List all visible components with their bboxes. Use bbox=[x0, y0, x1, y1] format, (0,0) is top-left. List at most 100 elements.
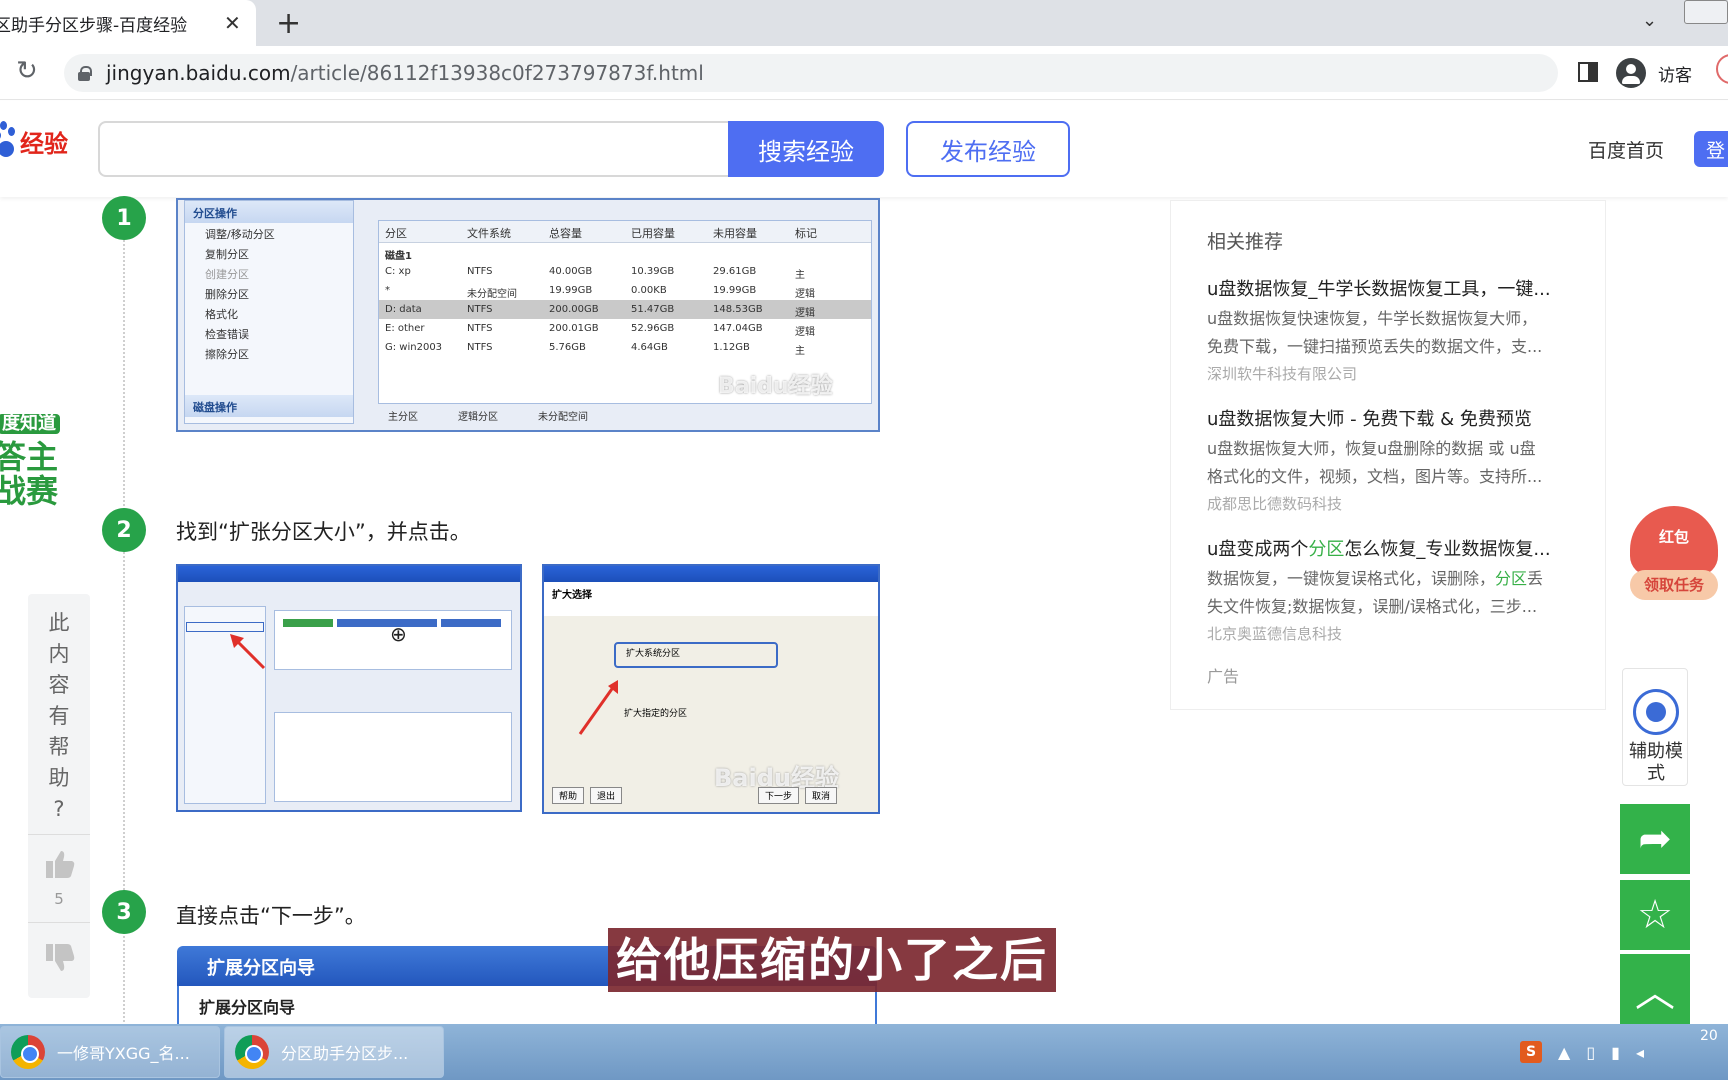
col-header: 未用容量 bbox=[713, 227, 757, 240]
taskbar-item-chrome-1[interactable]: 一修哥YXGG_名... bbox=[0, 1026, 220, 1078]
desc-part: 数据恢复，一键恢复误格式化，误删除， bbox=[1207, 569, 1496, 588]
share-button[interactable]: ➦ bbox=[1620, 804, 1690, 874]
cell: 51.47GB bbox=[631, 304, 675, 315]
tab-list-chevron-icon[interactable]: ⌄ bbox=[1642, 10, 1657, 31]
cell: 主 bbox=[795, 270, 805, 281]
partition-ops-panel: 分区操作 调整/移动分区 复制分区 创建分区 删除分区 格式化 检查错误 擦除分… bbox=[184, 200, 354, 424]
step2-screenshot-wizard[interactable]: 扩大选择 扩大系统分区 扩大指定的分区 Baidu经验 帮助 退出 下一步 取消 bbox=[542, 564, 880, 814]
cell: 29.61GB bbox=[713, 266, 757, 277]
step2-screenshot-main[interactable]: ⊕ bbox=[176, 564, 522, 812]
cell: 200.00GB bbox=[549, 304, 599, 315]
login-button[interactable]: 登 bbox=[1694, 131, 1728, 167]
url-host: jingyan.baidu.com bbox=[106, 61, 291, 85]
help-button: 帮助 bbox=[552, 787, 585, 804]
baidu-watermark: Baidu经验 bbox=[718, 374, 833, 399]
disk-label: 磁盘1 bbox=[379, 243, 871, 262]
cell: 主 bbox=[795, 346, 805, 357]
red-packet-task-widget[interactable]: 红包 领取任务 bbox=[1630, 506, 1718, 602]
thumbs-up-icon[interactable] bbox=[44, 848, 76, 880]
helpful-char: 有 bbox=[48, 704, 70, 728]
avatar-icon bbox=[1616, 58, 1646, 88]
clock[interactable]: 20 bbox=[1700, 1028, 1718, 1044]
related-item-title[interactable]: u盘数据恢复_牛学长数据恢复工具，一键... bbox=[1207, 275, 1577, 301]
network-icon[interactable]: ▮ bbox=[1611, 1043, 1620, 1062]
related-item[interactable]: u盘数据恢复大师 - 免费下载 & 免费预览 u盘数据恢复大师，恢复u盘删除的数… bbox=[1207, 405, 1577, 514]
browser-tab-active[interactable]: 区助手分区步骤-百度经验 ✕ bbox=[0, 0, 256, 46]
helpful-char: ? bbox=[53, 797, 65, 821]
publish-button[interactable]: 发布经验 bbox=[906, 121, 1070, 177]
site-header: 经验 搜索经验 发布经验 百度首页 登 bbox=[0, 101, 1728, 197]
desc-line: 格式化的文件，视频，文档，图片等。支持所... bbox=[1207, 467, 1543, 486]
cell: 5.76GB bbox=[549, 342, 586, 353]
cell: 未分配空间 bbox=[467, 289, 517, 300]
cell: 逻辑 bbox=[795, 289, 815, 300]
logo-text: 经验 bbox=[20, 129, 68, 158]
answer-contest-badge[interactable]: 度知道 答主 战赛 bbox=[0, 410, 86, 510]
back-to-top-button[interactable]: ︿ bbox=[1620, 954, 1690, 1024]
legend-item: 主分区 bbox=[388, 412, 418, 423]
taskbar-item-label: 一修哥YXGG_名... bbox=[57, 1044, 190, 1063]
cell: 4.64GB bbox=[631, 342, 668, 353]
baidu-jingyan-logo[interactable]: 经验 bbox=[0, 121, 68, 161]
side-panel-icon[interactable] bbox=[1578, 62, 1598, 82]
wizard-heading: 扩大选择 bbox=[544, 582, 878, 616]
claim-task-button[interactable]: 领取任务 bbox=[1630, 570, 1718, 600]
col-header: 已用容量 bbox=[631, 227, 675, 240]
assist-mode-button[interactable]: 辅助模式 bbox=[1622, 668, 1688, 786]
cell: 200.01GB bbox=[549, 323, 599, 334]
window-titlebar bbox=[544, 566, 878, 582]
cell: G: win2003 bbox=[385, 342, 443, 353]
url-field[interactable]: jingyan.baidu.com/article/86112f13938c0f… bbox=[64, 54, 1558, 92]
profile-button[interactable]: 访客 bbox=[1616, 54, 1692, 92]
helpful-question: 此 内 容 有 帮 助 ? bbox=[28, 608, 90, 825]
partition-table-header: 分区 文件系统 总容量 已用容量 未用容量 标记 bbox=[379, 221, 871, 243]
desc-line: 数据恢复，一键恢复误格式化，误删除，分区丢 bbox=[1207, 565, 1577, 593]
related-item-desc: 数据恢复，一键恢复误格式化，误删除，分区丢 失文件恢复;数据恢复，误删/误格式化… bbox=[1207, 565, 1577, 621]
taskbar-item-chrome-2[interactable]: 分区助手分区步... bbox=[224, 1026, 444, 1078]
lock-icon[interactable] bbox=[78, 66, 92, 81]
clipboard-icon[interactable]: ▯ bbox=[1586, 1043, 1595, 1062]
favorite-button[interactable]: ☆ bbox=[1620, 880, 1690, 950]
ime-icon[interactable]: S bbox=[1520, 1041, 1542, 1063]
desc-highlight: 分区 bbox=[1495, 569, 1528, 588]
star-icon: ☆ bbox=[1637, 892, 1673, 938]
cell: * bbox=[385, 285, 390, 296]
volume-icon[interactable]: ◂ bbox=[1636, 1043, 1644, 1062]
close-tab-icon[interactable]: ✕ bbox=[224, 11, 241, 35]
window-body: ⊕ bbox=[178, 582, 520, 810]
panel-item: 调整/移动分区 bbox=[205, 228, 275, 241]
step1-screenshot[interactable]: 分区操作 调整/移动分区 复制分区 创建分区 删除分区 格式化 检查错误 擦除分… bbox=[176, 198, 880, 432]
baidu-home-link[interactable]: 百度首页 bbox=[1588, 136, 1664, 163]
zoom-cursor-icon: ⊕ bbox=[390, 622, 407, 646]
related-recommendations: 相关推荐 u盘数据恢复_牛学长数据恢复工具，一键... u盘数据恢复快速恢复，牛… bbox=[1170, 200, 1606, 710]
thumbs-down-icon[interactable] bbox=[44, 942, 76, 974]
cell: 40.00GB bbox=[549, 266, 593, 277]
step-number-2: 2 bbox=[102, 508, 146, 552]
cell: NTFS bbox=[467, 342, 493, 353]
assist-mode-icon bbox=[1633, 689, 1679, 735]
new-tab-button[interactable]: + bbox=[276, 6, 301, 41]
related-item[interactable]: u盘数据恢复_牛学长数据恢复工具，一键... u盘数据恢复快速恢复，牛学长数据恢… bbox=[1207, 275, 1577, 384]
related-item-title[interactable]: u盘变成两个分区怎么恢复_专业数据恢复... bbox=[1207, 535, 1577, 561]
related-item-title[interactable]: u盘数据恢复大师 - 免费下载 & 免费预览 bbox=[1207, 405, 1577, 431]
related-item[interactable]: u盘变成两个分区怎么恢复_专业数据恢复... 数据恢复，一键恢复误格式化，误删除… bbox=[1207, 535, 1577, 644]
system-tray: S ▲ ▯ ▮ ◂ bbox=[1520, 1034, 1644, 1070]
next-button: 下一步 bbox=[758, 787, 800, 804]
url-path: /article/86112f13938c0f273797873f.html bbox=[290, 61, 704, 85]
window-restore-button[interactable] bbox=[1684, 0, 1728, 24]
contest-line-1: 度知道 bbox=[0, 414, 60, 434]
search-button[interactable]: 搜索经验 bbox=[728, 121, 884, 177]
cell: 逻辑 bbox=[795, 327, 815, 338]
cell: NTFS bbox=[467, 323, 493, 334]
chrome-icon bbox=[235, 1035, 269, 1069]
desc-line: 免费下载，一键扫描预览丢失的数据文件，支... bbox=[1207, 337, 1543, 356]
panel-item: 检查错误 bbox=[205, 328, 249, 341]
search-input[interactable] bbox=[98, 121, 728, 177]
tab-title: 区助手分区步骤-百度经验 bbox=[0, 15, 188, 36]
helpful-panel: 此 内 容 有 帮 助 ? 5 bbox=[28, 594, 90, 998]
table-row-selected: D: data NTFS 200.00GB 51.47GB 148.53GB 逻辑 bbox=[379, 300, 871, 319]
reload-icon[interactable]: ↻ bbox=[16, 56, 38, 86]
tray-expand-icon[interactable]: ▲ bbox=[1558, 1043, 1570, 1062]
cell: 10.39GB bbox=[631, 266, 675, 277]
cancel-button: 取消 bbox=[805, 787, 838, 804]
